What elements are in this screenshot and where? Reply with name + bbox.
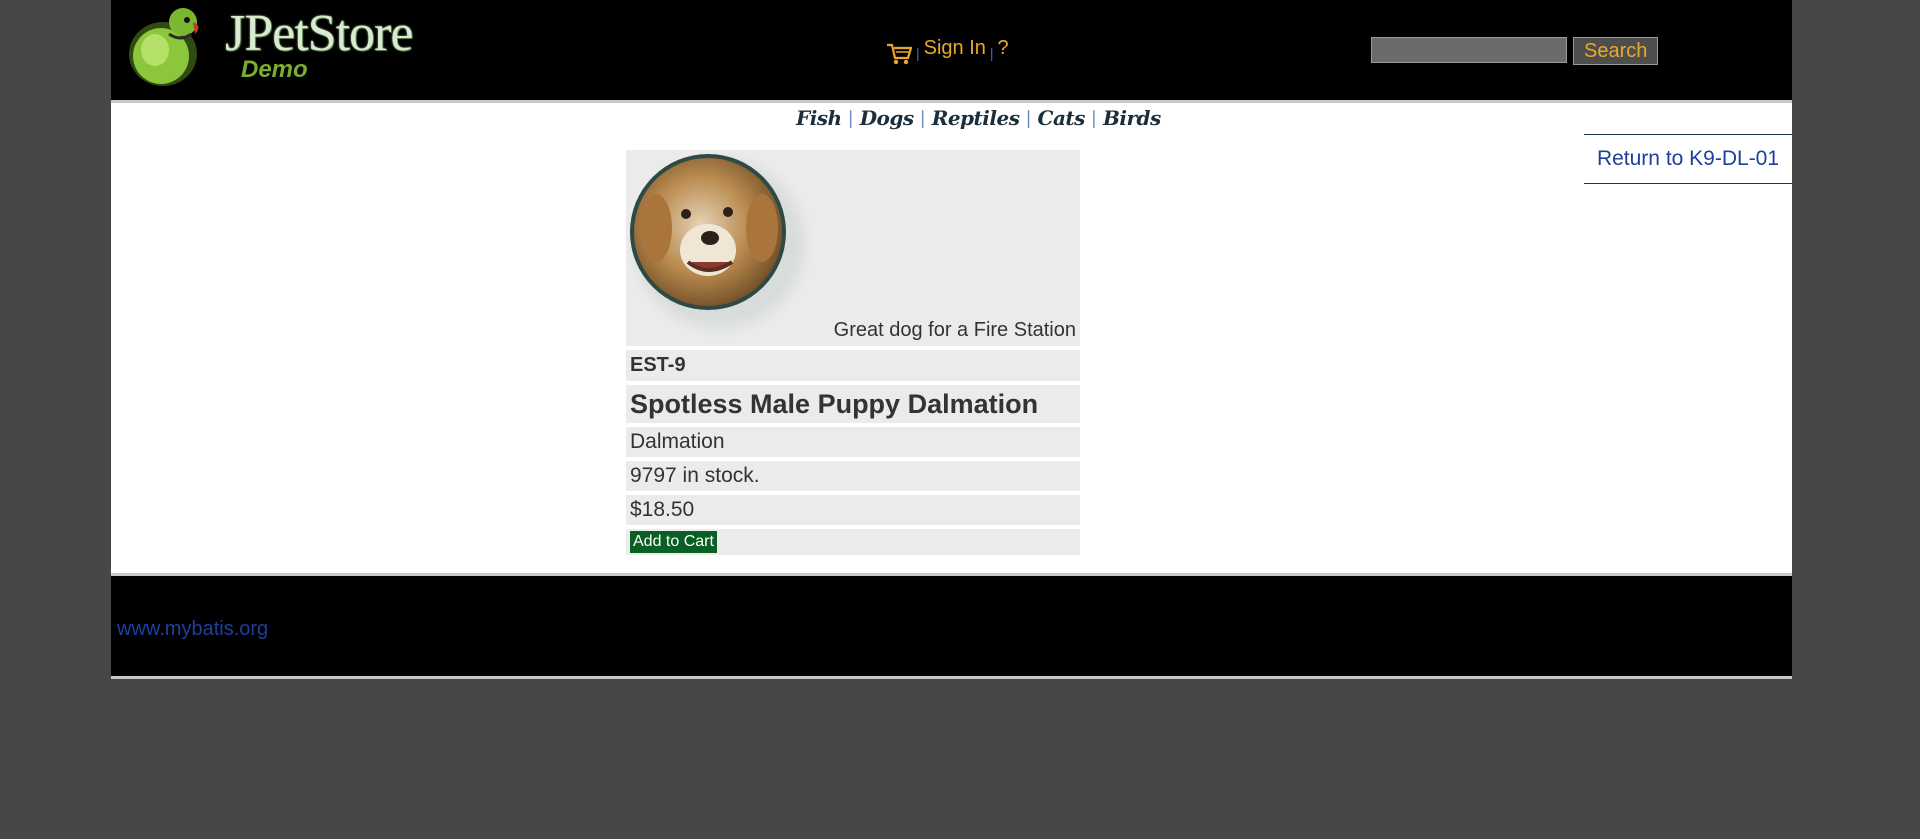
- category-link-dogs[interactable]: Dogs: [860, 106, 914, 130]
- page-wrapper: JPetStore Demo | Sign In | ? Search Fish…: [111, 0, 1792, 679]
- quick-link-separator: |: [847, 107, 854, 129]
- item-details: Great dog for a Fire Station EST-9 Spotl…: [626, 150, 1080, 559]
- search-form: Search: [1371, 37, 1659, 65]
- item-product: Dalmation: [626, 427, 1080, 457]
- main-content: Fish | Dogs | Reptiles | Cats | Birds Re…: [111, 103, 1792, 576]
- item-id: EST-9: [626, 350, 1080, 381]
- category-link-cats[interactable]: Cats: [1038, 106, 1086, 130]
- logo[interactable]: JPetStore Demo: [125, 4, 445, 88]
- logo-subtitle: Demo: [241, 56, 308, 83]
- category-link-reptiles[interactable]: Reptiles: [932, 106, 1020, 130]
- category-quick-links: Fish | Dogs | Reptiles | Cats | Birds: [796, 106, 1161, 130]
- return-link[interactable]: Return to K9-DL-01: [1584, 134, 1792, 184]
- add-to-cart-row: Add to Cart: [626, 529, 1080, 555]
- menu-separator: |: [989, 45, 994, 61]
- cart-icon[interactable]: [886, 42, 912, 66]
- add-to-cart-button[interactable]: Add to Cart: [630, 531, 717, 553]
- quick-link-separator: |: [1090, 107, 1097, 129]
- header: JPetStore Demo | Sign In | ? Search: [111, 0, 1792, 103]
- quick-link-separator: |: [1025, 107, 1032, 129]
- help-link[interactable]: ?: [998, 37, 1009, 60]
- mybatis-link[interactable]: www.mybatis.org: [117, 618, 268, 641]
- dog-photo: [628, 152, 814, 338]
- item-name: Spotless Male Puppy Dalmation: [626, 385, 1080, 423]
- search-button[interactable]: Search: [1573, 37, 1659, 65]
- parrot-logo-icon: [129, 8, 199, 86]
- quick-link-separator: |: [919, 107, 926, 129]
- footer: www.mybatis.org: [111, 576, 1792, 679]
- item-image-row: Great dog for a Fire Station: [626, 150, 1080, 346]
- sign-in-link[interactable]: Sign In: [924, 37, 986, 60]
- category-link-birds[interactable]: Birds: [1103, 106, 1161, 130]
- item-image-caption: Great dog for a Fire Station: [833, 319, 1076, 341]
- search-input[interactable]: [1371, 37, 1567, 63]
- logo-title: JPetStore: [225, 5, 413, 62]
- category-link-fish[interactable]: Fish: [796, 106, 842, 130]
- menu-separator: |: [916, 45, 920, 61]
- header-menu: | Sign In | ?: [886, 37, 1009, 67]
- item-price: $18.50: [626, 495, 1080, 525]
- item-stock: 9797 in stock.: [626, 461, 1080, 491]
